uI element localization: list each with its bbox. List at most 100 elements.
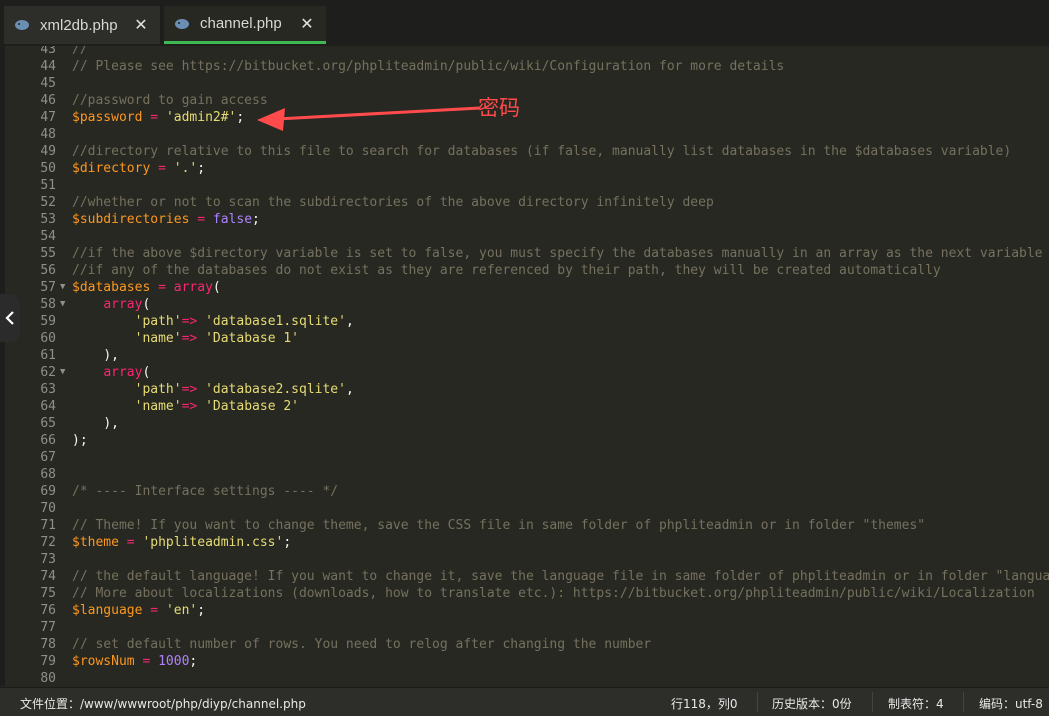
code-line[interactable]: 55 //if the above $directory variable is … [0, 245, 1049, 262]
code-line[interactable]: 60 'name'=> 'Database 1' [0, 330, 1049, 347]
line-number: 45 [40, 76, 56, 91]
code-line[interactable]: 46 //password to gain access [0, 92, 1049, 109]
status-divider [872, 692, 873, 712]
code-text: $rowsNum = 1000; [72, 653, 197, 670]
line-number: 76 [40, 603, 56, 618]
code-line[interactable]: 74 // the default language! If you want t… [0, 568, 1049, 585]
code-line[interactable]: 53 $subdirectories = false; [0, 211, 1049, 228]
editor-left-edge [0, 46, 5, 686]
close-icon[interactable]: ✕ [132, 15, 150, 35]
line-number: 50 [40, 161, 56, 176]
code-line[interactable]: 73 [0, 551, 1049, 568]
code-line[interactable]: 51 [0, 177, 1049, 194]
code-token: ), [103, 416, 119, 431]
cursor-position[interactable]: 行118，列0 [671, 695, 738, 712]
code-token: //whether or not to scan the subdirector… [72, 195, 714, 210]
tab-label: xml2db.php [40, 16, 118, 34]
code-line[interactable]: 48 [0, 126, 1049, 143]
code-line[interactable]: 76 $language = 'en'; [0, 602, 1049, 619]
code-line[interactable]: 75 // More about localizations (downloads… [0, 585, 1049, 602]
fold-toggle-icon[interactable]: ▼ [60, 279, 65, 296]
line-number: 71 [40, 518, 56, 533]
code-token: ), [103, 348, 119, 363]
tab-bar: xml2db.php ✕ channel.php ✕ [0, 0, 1049, 46]
code-token: array [103, 297, 143, 312]
code-line[interactable]: 43 // [0, 46, 1049, 58]
code-line[interactable]: 62 ▼ array( [0, 364, 1049, 381]
code-token: => [181, 382, 198, 397]
code-token: //if any of the databases do not exist a… [72, 263, 941, 278]
code-line[interactable]: 77 [0, 619, 1049, 636]
code-token: = [158, 161, 166, 176]
line-number: 63 [40, 382, 56, 397]
code-text: 'path'=> 'database2.sqlite', [72, 381, 354, 398]
line-number: 73 [40, 552, 56, 567]
line-number: 69 [40, 484, 56, 499]
code-token: 'name' [134, 399, 182, 414]
fold-toggle-icon[interactable]: ▼ [60, 364, 65, 381]
php-file-icon [15, 20, 29, 30]
code-line[interactable]: 66); [0, 432, 1049, 449]
line-number: 52 [40, 195, 56, 210]
code-line[interactable]: 59 'path'=> 'database1.sqlite', [0, 313, 1049, 330]
line-number: 77 [40, 620, 56, 635]
code-line[interactable]: 58 ▼ array( [0, 296, 1049, 313]
code-token: = [150, 603, 159, 618]
code-line[interactable]: 61 ), [0, 347, 1049, 364]
code-text: ), [72, 415, 119, 432]
code-token: ( [212, 280, 221, 295]
collapse-sidebar-button[interactable] [0, 294, 20, 342]
code-line[interactable]: 52 //whether or not to scan the subdirect… [0, 194, 1049, 211]
code-line[interactable]: 45 [0, 75, 1049, 92]
code-line[interactable]: 79 $rowsNum = 1000; [0, 653, 1049, 670]
tab-size[interactable]: 制表符：4 [888, 695, 944, 712]
code-line[interactable]: 78 // set default number of rows. You nee… [0, 636, 1049, 653]
code-token: '.' [173, 161, 198, 176]
code-token: 'Database 1' [205, 331, 299, 346]
code-line[interactable]: 63 'path'=> 'database2.sqlite', [0, 381, 1049, 398]
code-token: 'en' [165, 603, 198, 618]
code-token: $password [72, 110, 143, 125]
line-number: 47 [40, 110, 56, 125]
code-line[interactable]: 56 //if any of the databases do not exist… [0, 262, 1049, 279]
code-line[interactable]: 70 [0, 500, 1049, 517]
tab-channel[interactable]: channel.php ✕ [164, 6, 326, 44]
code-text: //password to gain access [72, 92, 268, 109]
code-line[interactable]: 72 $theme = 'phpliteadmin.css'; [0, 534, 1049, 551]
chevron-left-icon [5, 311, 14, 325]
tab-label: channel.php [200, 15, 282, 32]
line-number: 49 [40, 144, 56, 159]
history-versions[interactable]: 历史版本：0份 [772, 695, 852, 712]
line-number: 66 [40, 433, 56, 448]
code-line[interactable]: 69 /* ---- Interface settings ---- */ [0, 483, 1049, 500]
code-line[interactable]: 57 ▼ $databases = array( [0, 279, 1049, 296]
fold-toggle-icon[interactable]: ▼ [60, 296, 65, 313]
code-line[interactable]: 50 $directory = '.'; [0, 160, 1049, 177]
line-number: 48 [40, 127, 56, 142]
code-line[interactable]: 67 [0, 449, 1049, 466]
code-token: // More about localizations (downloads, … [72, 586, 1035, 601]
close-icon[interactable]: ✕ [298, 14, 316, 34]
status-divider [963, 692, 964, 712]
code-line[interactable]: 64 'name'=> 'Database 2' [0, 398, 1049, 415]
code-line[interactable]: 68 [0, 466, 1049, 483]
code-line[interactable]: 80 [0, 670, 1049, 686]
code-editor[interactable]: 43 // 44 // Please see https://bitbucket.or… [0, 46, 1049, 686]
tab-xml2db[interactable]: xml2db.php ✕ [4, 6, 160, 44]
code-line[interactable]: 44 // Please see https://bitbucket.org/ph… [0, 58, 1049, 75]
code-line[interactable]: 49 //directory relative to this file to s… [0, 143, 1049, 160]
encoding[interactable]: 编码：utf-8 [979, 695, 1043, 712]
code-line[interactable]: 71 // Theme! If you want to change theme,… [0, 517, 1049, 534]
code-line[interactable]: 54 [0, 228, 1049, 245]
code-line[interactable]: 47 $password = 'admin2#'; [0, 109, 1049, 126]
annotation-arrow [257, 106, 481, 131]
code-line[interactable]: 65 ), [0, 415, 1049, 432]
